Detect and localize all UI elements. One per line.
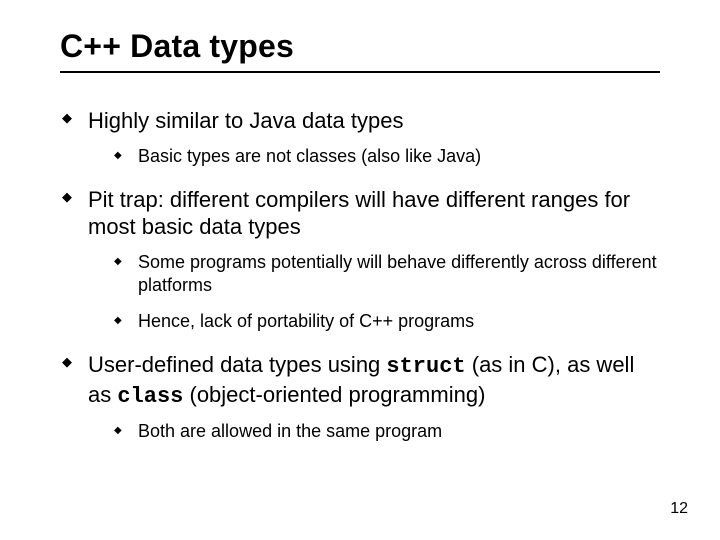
- page-number: 12: [670, 500, 688, 518]
- list-item: Basic types are not classes (also like J…: [88, 145, 660, 168]
- list-item: Some programs potentially will behave di…: [88, 251, 660, 298]
- list-item: User-defined data types using struct (as…: [60, 351, 660, 443]
- bullet-list-level2: Some programs potentially will behave di…: [88, 251, 660, 333]
- list-item: Pit trap: different compilers will have …: [60, 186, 660, 333]
- list-item: Highly similar to Java data types Basic …: [60, 107, 660, 168]
- bullet-list-level1: Highly similar to Java data types Basic …: [60, 107, 660, 443]
- list-item: Both are allowed in the same program: [88, 420, 660, 443]
- bullet-text: (object-oriented programming): [183, 382, 485, 407]
- slide-title: C++ Data types: [60, 28, 660, 73]
- list-item: Hence, lack of portability of C++ progra…: [88, 310, 660, 333]
- bullet-list-level2: Basic types are not classes (also like J…: [88, 145, 660, 168]
- bullet-text: Basic types are not classes (also like J…: [138, 146, 481, 166]
- bullet-text: Pit trap: different compilers will have …: [88, 187, 630, 240]
- slide: C++ Data types Highly similar to Java da…: [0, 0, 720, 540]
- code-class: class: [117, 384, 183, 409]
- bullet-list-level2: Both are allowed in the same program: [88, 420, 660, 443]
- bullet-text: Highly similar to Java data types: [88, 108, 403, 133]
- code-struct: struct: [386, 354, 465, 379]
- bullet-text: Both are allowed in the same program: [138, 421, 442, 441]
- bullet-text: Hence, lack of portability of C++ progra…: [138, 311, 474, 331]
- bullet-text: Some programs potentially will behave di…: [138, 252, 657, 295]
- bullet-text: User-defined data types using: [88, 352, 386, 377]
